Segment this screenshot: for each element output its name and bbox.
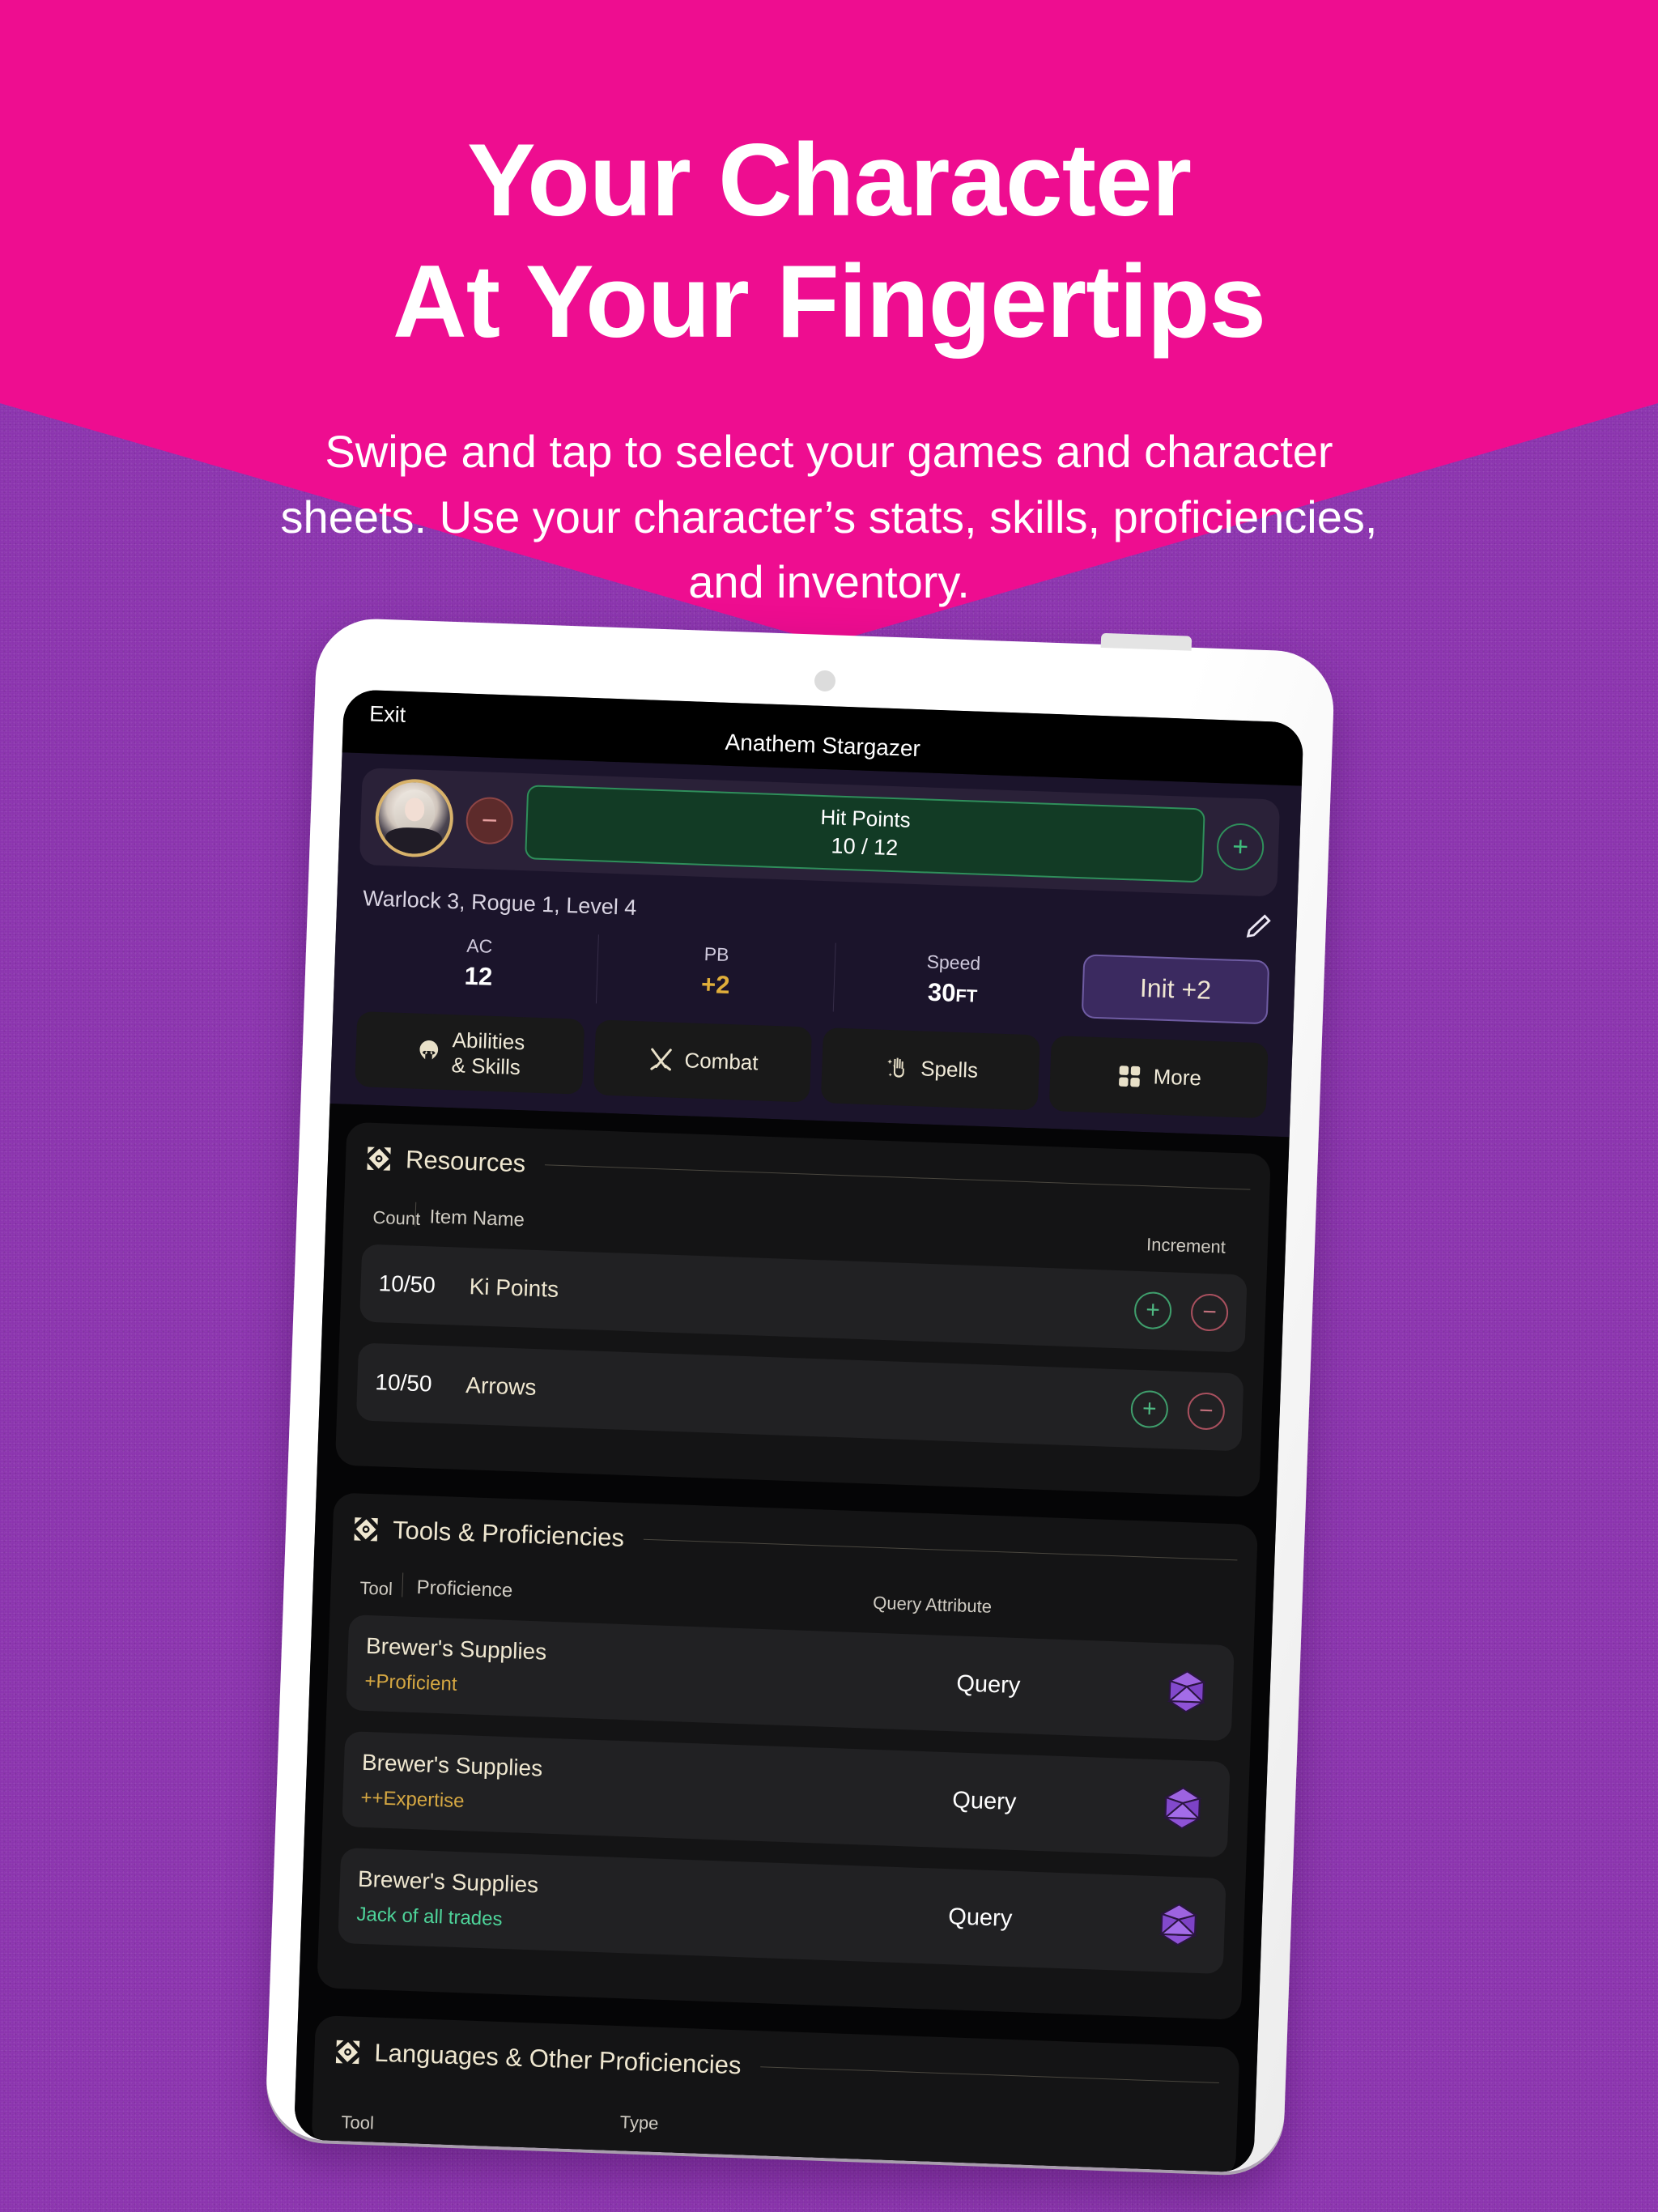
column-tool: Tool [341,2112,375,2133]
tab-more-label: More [1153,1064,1202,1091]
table-row[interactable]: 10/50 Arrows + − [355,1342,1244,1452]
resource-count: 10/50 [374,1369,433,1397]
d20-icon[interactable] [1149,1894,1208,1955]
stat-speed[interactable]: Speed 30FT [834,943,1073,1020]
tool-proficiency: Jack of all trades [356,1904,503,1931]
resource-name: Ki Points [469,1274,559,1303]
tools-title: Tools & Proficiencies [392,1516,625,1553]
stat-speed-unit: FT [954,985,978,1006]
tool-proficiency: +Proficient [364,1670,458,1696]
d20-icon[interactable] [1153,1777,1212,1839]
column-proficience: Proficience [416,1576,513,1602]
section-tabs: Abilities & Skills Combat Spells More [351,1011,1272,1119]
hit-points-bar[interactable]: Hit Points 10 / 12 [525,785,1205,883]
column-query-attribute: Query Attribute [872,1593,993,1618]
resource-controls: + − [1133,1291,1229,1333]
hp-decrement-button[interactable]: − [465,796,514,845]
languages-card-header: Languages & Other Proficiencies [334,2037,1220,2097]
query-label[interactable]: Query [818,1649,1159,1721]
headline-line-1: Your Character [466,122,1192,237]
stat-pb-label: PB [704,942,729,966]
page-title: Your Character At Your Fingertips [0,120,1658,363]
column-increment: Increment [1146,1234,1226,1257]
gem-diamond-icon [334,2038,362,2066]
hp-increment-button[interactable]: + [1216,823,1265,871]
tool-name: Brewer's Supplies [361,1750,543,1781]
hit-points-row: − Hit Points 10 / 12 + [359,768,1281,897]
gem-diamond-icon [352,1516,380,1544]
tools-proficiencies-card: Tools & Proficiencies Tool Proficience Q… [317,1492,1258,2021]
resource-increment-button[interactable]: + [1133,1291,1172,1330]
tool-name: Brewer's Supplies [357,1866,539,1898]
d20-icon[interactable] [1157,1661,1216,1722]
languages-title: Languages & Other Proficiencies [373,2038,742,2080]
tablet-screen: Exit Anathem Stargazer − Hit Points 10 /… [293,689,1304,2173]
poster-canvas: Your Character At Your Fingertips Swipe … [0,0,1658,2212]
magic-hand-icon [883,1053,912,1082]
divider [643,1538,1238,1561]
tab-spells-label: Spells [920,1056,979,1083]
resource-controls: + − [1130,1390,1226,1431]
tab-combat-label: Combat [683,1048,759,1075]
stat-ac[interactable]: AC 12 [359,926,599,1004]
query-label[interactable]: Query [810,1882,1151,1955]
tool-info: Brewer's Supplies ++Expertise [360,1750,815,1825]
page-subtitle: Swipe and tap to select your games and c… [280,426,1378,608]
table-row[interactable]: 10/50 Ki Points + − [359,1244,1248,1353]
divider [760,2066,1219,2083]
table-row[interactable]: Brewer's Supplies ++Expertise Query [342,1731,1231,1858]
query-label[interactable]: Query [814,1766,1155,1838]
avatar[interactable] [374,777,455,859]
stat-ac-label: AC [466,934,493,957]
grid-icon [1116,1061,1144,1090]
resources-card: Resources Count Item Name Increment 10/5… [334,1122,1271,1498]
stat-speed-value: 30FT [927,977,978,1007]
languages-column-headers: Tool Type [336,2091,1213,2170]
resource-decrement-button[interactable]: − [1187,1392,1226,1431]
tab-abilities-skills[interactable]: Abilities & Skills [355,1011,585,1095]
pencil-icon[interactable] [1244,912,1273,946]
tab-abilities-skills-label: Abilities & Skills [451,1027,525,1079]
tool-info: Brewer's Supplies Jack of all trades [356,1866,811,1942]
character-header-panel: − Hit Points 10 / 12 + Warlock 3, Rogue … [329,752,1302,1138]
tool-proficiency: ++Expertise [360,1787,465,1813]
tab-spells[interactable]: Spells [821,1027,1041,1111]
tools-card-header: Tools & Proficiencies [351,1515,1238,1575]
swords-icon [647,1045,675,1074]
exit-button[interactable]: Exit [369,701,406,728]
class-level-text: Warlock 3, Rogue 1, Level 4 [362,885,637,920]
stat-speed-label: Speed [926,951,981,974]
resource-count: 10/50 [378,1270,436,1298]
column-tool: Tool [359,1577,393,1600]
power-button[interactable] [1100,632,1192,651]
resource-decrement-button[interactable]: − [1190,1293,1229,1333]
avatar-body [385,827,443,855]
tool-name: Brewer's Supplies [365,1633,547,1665]
column-type: Type [619,2112,659,2134]
resources-card-header: Resources [364,1144,1251,1204]
tab-combat[interactable]: Combat [593,1019,813,1103]
column-item-name: Item Name [429,1206,525,1231]
resource-name: Arrows [465,1372,537,1401]
sheet-body: Resources Count Item Name Increment 10/5… [293,1104,1290,2173]
stat-pb[interactable]: PB +2 [596,934,836,1012]
languages-card: Languages & Other Proficiencies Tool Typ… [311,2015,1240,2173]
table-row[interactable]: Brewer's Supplies Jack of all trades Que… [338,1848,1226,1975]
tool-info: Brewer's Supplies +Proficient [364,1633,819,1708]
helm-icon [414,1037,443,1066]
resource-increment-button[interactable]: + [1130,1390,1169,1429]
initiative-button[interactable]: Init +2 [1081,954,1270,1025]
column-count: Count [372,1207,421,1230]
headline-line-2: At Your Fingertips [393,243,1266,359]
stat-pb-value: +2 [700,969,731,1000]
tablet-device: Exit Anathem Stargazer − Hit Points 10 /… [264,617,1336,2174]
gem-diamond-icon [364,1145,393,1173]
tab-more[interactable]: More [1048,1036,1269,1119]
stat-ac-value: 12 [464,961,493,991]
table-row[interactable]: Brewer's Supplies +Proficient Query [346,1614,1235,1742]
resources-title: Resources [405,1145,526,1178]
column-divider [402,1572,404,1597]
divider [545,1164,1251,1190]
